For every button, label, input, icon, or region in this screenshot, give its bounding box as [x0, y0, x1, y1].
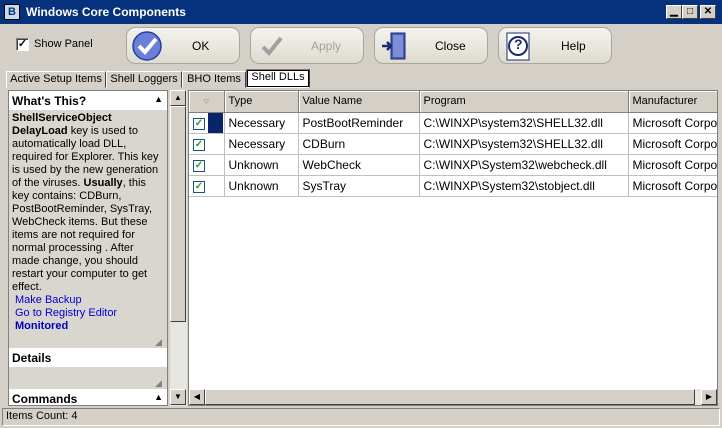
cell-program: C:\WINXP\system32\SHELL32.dll [419, 112, 629, 134]
scroll-thumb[interactable] [205, 389, 695, 405]
title-bar[interactable]: B Windows Core Components ▁ □ ✕ [0, 0, 722, 24]
apply-check-icon [261, 36, 283, 56]
shell-dlls-grid: ▿ Type Value Name Program Manufacturer ✓… [188, 90, 718, 406]
whats-this-body: ShellServiceObject DelayLoad key is used… [9, 110, 167, 348]
show-panel-label: Show Panel [34, 38, 93, 50]
row-checkbox-cell[interactable]: ✓ [189, 154, 225, 176]
table-row[interactable]: ✓ Necessary CDBurn C:\WINXP\system32\SHE… [189, 133, 717, 155]
cell-type: Necessary [224, 112, 299, 134]
collapse-up-icon[interactable]: ▲ [154, 392, 163, 402]
registry-editor-link[interactable]: Go to Registry Editor [12, 307, 164, 320]
app-icon: B [4, 4, 20, 20]
help-button[interactable]: ? Help [498, 27, 612, 64]
tab-bho-items[interactable]: BHO Items [182, 71, 246, 88]
cell-manufacturer: Microsoft Corpo [628, 112, 717, 134]
panel-scrollbar[interactable]: ▲ ▼ [170, 90, 187, 406]
show-panel-checkbox[interactable]: ✓ [16, 38, 29, 51]
cell-program: C:\WINXP\system32\SHELL32.dll [419, 133, 629, 155]
close-button[interactable]: Close [374, 27, 488, 64]
row-checkbox[interactable]: ✓ [193, 160, 205, 172]
close-door-icon [382, 32, 406, 60]
check-column-header[interactable]: ▿ [189, 91, 225, 113]
row-checkbox[interactable]: ✓ [193, 139, 205, 151]
minimize-icon[interactable]: ▁ [666, 5, 682, 19]
table-row[interactable]: ✓ Necessary PostBootReminder C:\WINXP\sy… [189, 112, 717, 134]
whats-this-header[interactable]: What's This? ▲ [9, 91, 167, 110]
cell-manufacturer: Microsoft Corpo [628, 154, 717, 176]
ok-button[interactable]: OK [126, 27, 240, 64]
apply-label: Apply [311, 39, 342, 53]
tab-shell-dlls[interactable]: Shell DLLs [246, 69, 310, 88]
details-title: Details [12, 351, 52, 365]
row-checkbox-cell[interactable]: ✓ [189, 175, 225, 197]
apply-button[interactable]: Apply [250, 27, 364, 64]
cell-manufacturer: Microsoft Corpo [628, 133, 717, 155]
cell-manufacturer: Microsoft Corpo [628, 175, 717, 197]
scroll-right-icon[interactable]: ▶ [701, 389, 717, 405]
cell-type: Necessary [224, 133, 299, 155]
column-header-program[interactable]: Program [419, 91, 629, 113]
selection-highlight [208, 112, 223, 132]
ok-check-icon [132, 31, 162, 61]
grid-horizontal-scrollbar[interactable]: ◀ ▶ [189, 389, 717, 405]
table-row[interactable]: ✓ Unknown SysTray C:\WINXP\System32\stob… [189, 175, 717, 197]
tab-shell-loggers[interactable]: Shell Loggers [106, 71, 182, 88]
maximize-icon[interactable]: □ [682, 5, 698, 19]
monitored-link[interactable]: Monitored [12, 320, 164, 333]
row-checkbox[interactable]: ✓ [193, 118, 205, 130]
make-backup-link[interactable]: Make Backup [12, 294, 164, 307]
row-checkbox[interactable]: ✓ [193, 181, 205, 193]
scroll-up-icon[interactable]: ▲ [170, 90, 186, 106]
resize-grip-icon[interactable]: ◢ [155, 336, 165, 347]
resize-grip-icon[interactable]: ◢ [155, 377, 165, 388]
help-label: Help [561, 39, 586, 53]
help-icon-glyph: ? [514, 36, 523, 52]
ok-label: OK [192, 39, 210, 53]
cell-type: Unknown [224, 154, 299, 176]
close-window-icon[interactable]: ✕ [700, 5, 716, 19]
description-bold: Usually [83, 177, 123, 189]
collapse-up-icon[interactable]: ▲ [154, 94, 163, 104]
description-part2: , this key contains: CDBurn, PostBootRem… [12, 177, 152, 293]
window-title: Windows Core Components [26, 5, 186, 19]
whats-this-title: What's This? [12, 94, 87, 108]
row-checkbox-cell[interactable]: ✓ [189, 133, 225, 155]
column-header-type[interactable]: Type [224, 91, 299, 113]
side-panel: What's This? ▲ ShellServiceObject DelayL… [8, 90, 168, 406]
details-header[interactable]: Details [9, 348, 167, 367]
items-count: Items Count: 4 [6, 410, 78, 422]
cell-type: Unknown [224, 175, 299, 197]
commands-header[interactable]: Commands ▲ [9, 389, 167, 406]
close-label: Close [435, 39, 466, 53]
cell-program: C:\WINXP\System32\webcheck.dll [419, 154, 629, 176]
scroll-down-icon[interactable]: ▼ [170, 389, 186, 405]
table-row[interactable]: ✓ Unknown WebCheck C:\WINXP\System32\web… [189, 154, 717, 176]
tab-active-setup-items[interactable]: Active Setup Items [6, 71, 106, 88]
cell-value-name: SysTray [298, 175, 420, 197]
cell-value-name: PostBootReminder [298, 112, 420, 134]
status-bar: Items Count: 4 [2, 408, 720, 426]
scroll-left-icon[interactable]: ◀ [189, 389, 205, 405]
column-header-value-name[interactable]: Value Name [298, 91, 420, 113]
cell-value-name: CDBurn [298, 133, 420, 155]
cell-value-name: WebCheck [298, 154, 420, 176]
scroll-thumb[interactable] [170, 106, 186, 322]
column-header-manufacturer[interactable]: Manufacturer [628, 91, 717, 113]
details-body: ◢ [9, 367, 167, 389]
commands-title: Commands [12, 392, 78, 406]
row-checkbox-cell[interactable]: ✓ [189, 112, 225, 134]
cell-program: C:\WINXP\System32\stobject.dll [419, 175, 629, 197]
